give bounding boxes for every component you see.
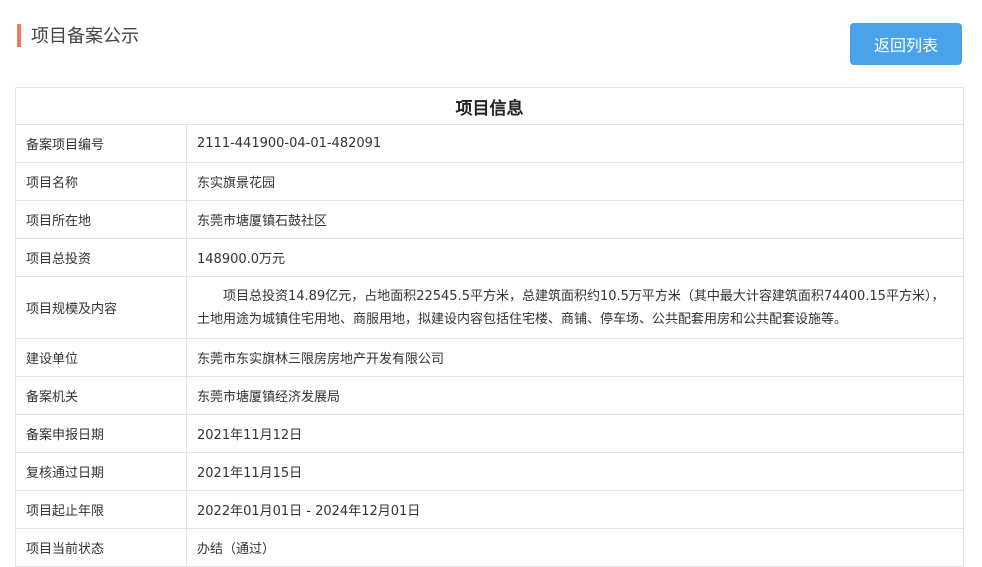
- row-label-total-investment: 项目总投资: [15, 238, 187, 277]
- row-value-filing-date: 2021年11月12日: [186, 414, 964, 453]
- row-value-current-status: 办结（通过）: [186, 528, 964, 567]
- table-row: 项目名称 东实旗景花园: [15, 162, 964, 201]
- table-row: 项目起止年限 2022年01月01日 - 2024年12月01日: [15, 490, 964, 529]
- table-row: 项目所在地 东莞市塘厦镇石鼓社区: [15, 200, 964, 239]
- row-value-project-code: 2111-441900-04-01-482091: [186, 124, 964, 163]
- row-value-project-name: 东实旗景花园: [186, 162, 964, 201]
- row-value-total-investment: 148900.0万元: [186, 238, 964, 277]
- row-label-project-period: 项目起止年限: [15, 490, 187, 529]
- row-value-filing-authority: 东莞市塘厦镇经济发展局: [186, 376, 964, 415]
- table-row: 备案机关 东莞市塘厦镇经济发展局: [15, 376, 964, 415]
- row-value-project-period: 2022年01月01日 - 2024年12月01日: [186, 490, 964, 529]
- table-heading: 项目信息: [15, 87, 964, 125]
- page-title: 项目备案公示: [31, 26, 139, 47]
- table-row: 项目当前状态 办结（通过）: [15, 528, 964, 567]
- row-label-current-status: 项目当前状态: [15, 528, 187, 567]
- table-row: 建设单位 东莞市东实旗林三限房房地产开发有限公司: [15, 338, 964, 377]
- row-label-filing-date: 备案申报日期: [15, 414, 187, 453]
- row-value-location: 东莞市塘厦镇石鼓社区: [186, 200, 964, 239]
- row-label-location: 项目所在地: [15, 200, 187, 239]
- row-value-scale-content: 项目总投资14.89亿元，占地面积22545.5平方米，总建筑面积约10.5万平…: [186, 276, 964, 339]
- row-label-project-code: 备案项目编号: [15, 124, 187, 163]
- project-info-table: 项目信息 备案项目编号 2111-441900-04-01-482091 项目名…: [15, 87, 964, 567]
- row-value-developer: 东莞市东实旗林三限房房地产开发有限公司: [186, 338, 964, 377]
- row-label-filing-authority: 备案机关: [15, 376, 187, 415]
- table-row: 复核通过日期 2021年11月15日: [15, 452, 964, 491]
- title-accent-bar: [17, 24, 21, 47]
- table-row: 项目总投资 148900.0万元: [15, 238, 964, 277]
- table-row: 项目规模及内容 项目总投资14.89亿元，占地面积22545.5平方米，总建筑面…: [15, 276, 964, 339]
- row-label-project-name: 项目名称: [15, 162, 187, 201]
- row-label-developer: 建设单位: [15, 338, 187, 377]
- back-to-list-button[interactable]: 返回列表: [850, 23, 962, 65]
- table-row: 备案项目编号 2111-441900-04-01-482091: [15, 124, 964, 163]
- table-row: 备案申报日期 2021年11月12日: [15, 414, 964, 453]
- row-value-review-date: 2021年11月15日: [186, 452, 964, 491]
- row-label-review-date: 复核通过日期: [15, 452, 187, 491]
- row-label-scale-content: 项目规模及内容: [15, 276, 187, 339]
